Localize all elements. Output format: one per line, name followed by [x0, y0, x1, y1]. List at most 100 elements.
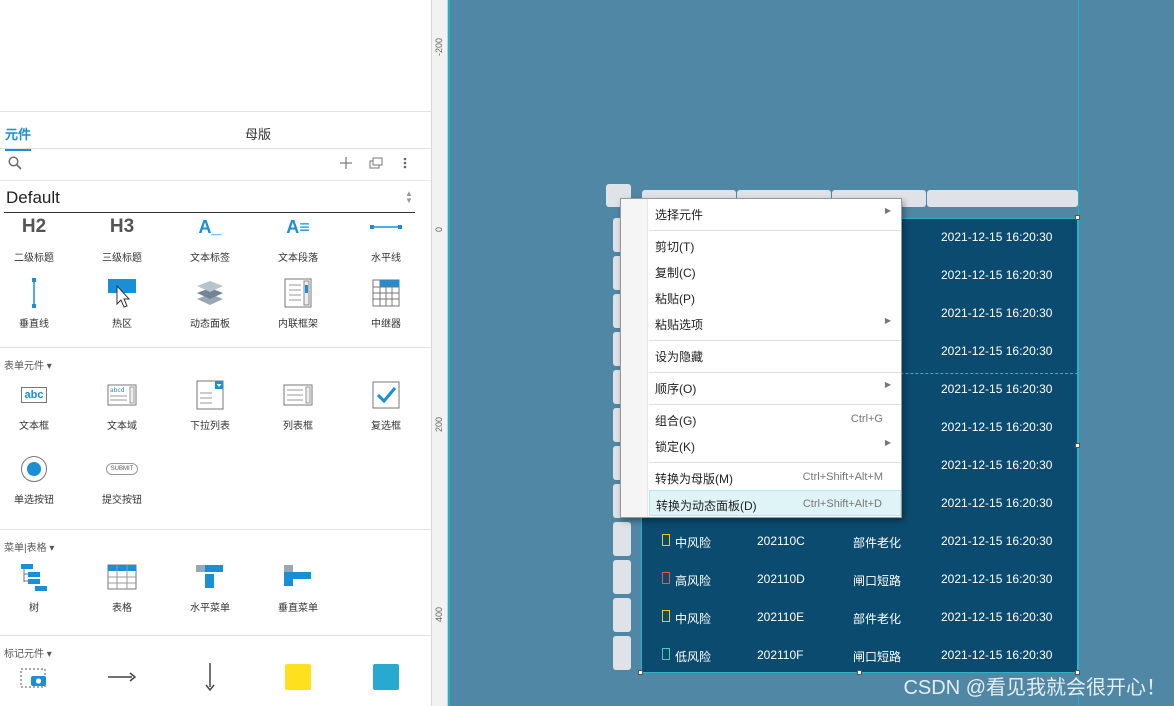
menu-separator [649, 404, 901, 405]
snapshot-icon [0, 657, 74, 697]
resize-handle[interactable] [1075, 215, 1080, 220]
section-title: 菜单|表格 ▾ [4, 543, 55, 554]
menu-item-cut[interactable]: 剪切(T) [649, 232, 901, 258]
menu-item-shortcut: Ctrl+Shift+Alt+M [802, 471, 883, 483]
more-options-icon[interactable] [403, 156, 407, 172]
menu-item-paste[interactable]: 粘贴(P) [649, 284, 901, 310]
tab-masters[interactable]: 母版 [245, 124, 271, 143]
menu-item-copy[interactable]: 复制(C) [649, 258, 901, 284]
cell-time: 2021-12-15 16:20:30 [941, 572, 1053, 586]
ruler-tick: 400 [434, 606, 444, 622]
add-library-icon[interactable] [340, 156, 352, 172]
library-copy-icon[interactable] [369, 156, 383, 172]
menu-item-select-widgets[interactable]: 选择元件 ▶ [649, 200, 901, 226]
context-menu: 选择元件 ▶ 剪切(T) 复制(C) 粘贴(P) 粘贴选项 ▶ 设为隐藏 顺序(… [620, 198, 902, 518]
textbox-icon: abc [0, 375, 74, 415]
widget-label: 文本标签 [190, 253, 230, 264]
widget-label: 表格 [112, 603, 132, 614]
menu-item-shortcut: Ctrl+Shift+Alt+D [802, 498, 882, 510]
tab-widgets[interactable]: 元件 [5, 124, 32, 151]
menu-separator [649, 230, 901, 231]
cell-time: 2021-12-15 16:20:30 [941, 496, 1053, 510]
widget-label: 下拉列表 [190, 421, 230, 432]
cell-time: 2021-12-15 16:20:30 [941, 610, 1053, 624]
section-form-widgets[interactable]: 表单元件 ▾ [0, 347, 431, 375]
widget-sticky-yellow[interactable] [258, 657, 338, 697]
menu-item-group[interactable]: 组合(G) Ctrl+G [649, 406, 901, 432]
widget-label: 提交按钮 [102, 495, 142, 506]
widget-row-1: H2 二级标题 H3 三级标题 A_ 文本标签 A≡ 文本段落 水平线 [0, 207, 431, 273]
menu-item-order[interactable]: 顺序(O) ▶ [649, 374, 901, 400]
cell-code: 202110C [757, 534, 805, 548]
cell-time: 2021-12-15 16:20:30 [941, 458, 1053, 472]
cell-code: 202110E [757, 610, 805, 624]
widget-vertical-menu[interactable]: 垂直菜单 [258, 557, 338, 614]
menu-item-lock[interactable]: 锁定(K) ▶ [649, 432, 901, 458]
sticky-note-icon [258, 657, 338, 697]
widget-arrow-right[interactable] [82, 657, 162, 697]
horizontal-line-icon [346, 207, 426, 247]
cell-time: 2021-12-15 16:20:30 [941, 420, 1053, 434]
widget-vertical-line[interactable]: 垂直线 [0, 273, 74, 330]
widget-textarea[interactable]: abcd 文本域 [82, 375, 162, 432]
menu-item-set-hidden[interactable]: 设为隐藏 [649, 342, 901, 368]
canvas-guide-line [448, 0, 450, 706]
menu-item-convert-to-dynamic-panel[interactable]: 转换为动态面板(D) Ctrl+Shift+Alt+D [649, 490, 901, 516]
ruler-tick: 200 [434, 416, 444, 432]
cell-code: 202110D [757, 572, 805, 586]
widget-h3[interactable]: H3 三级标题 [82, 207, 162, 264]
table-icon [82, 557, 162, 597]
widget-inline-frame[interactable]: 内联框架 [258, 273, 338, 330]
widget-droplist[interactable]: 下拉列表 [170, 375, 250, 432]
header-cell[interactable] [927, 190, 1078, 207]
widget-arrow-down[interactable] [170, 657, 250, 697]
submenu-arrow-icon: ▶ [884, 380, 891, 389]
menu-item-paste-options[interactable]: 粘贴选项 ▶ [649, 310, 901, 336]
widget-label: 水平线 [371, 253, 401, 264]
row-index-pill[interactable] [613, 598, 631, 632]
submit-button-icon: SUBMIT [82, 449, 162, 489]
cell-time: 2021-12-15 16:20:30 [941, 382, 1053, 396]
cell-risk: 高风险 [675, 574, 712, 588]
widget-radio-button[interactable]: 单选按钮 [0, 449, 74, 506]
checkbox-icon [346, 375, 426, 415]
widget-sticky-blue[interactable] [346, 657, 426, 697]
widget-listbox[interactable]: 列表框 [258, 375, 338, 432]
resize-handle[interactable] [1075, 443, 1080, 448]
widget-row-5: 树 表格 水平菜单 垂直菜单 [0, 557, 431, 635]
tree-icon [0, 557, 74, 597]
table-row[interactable]: 高风险 202110D 闸口短路 2021-12-15 16:20:30 [642, 561, 1079, 599]
widget-tree[interactable]: 树 [0, 557, 74, 614]
widget-submit-button[interactable]: SUBMIT 提交按钮 [82, 449, 162, 506]
resize-handle[interactable] [638, 670, 643, 675]
vertical-ruler[interactable]: -200 0 200 400 [432, 0, 448, 706]
search-icon[interactable] [8, 156, 22, 173]
widget-h2[interactable]: H2 二级标题 [0, 207, 74, 264]
widget-table[interactable]: 表格 [82, 557, 162, 614]
widget-hotspot[interactable]: 热区 [82, 273, 162, 330]
menu-separator [649, 340, 901, 341]
table-row[interactable]: 中风险 202110E 部件老化 2021-12-15 16:20:30 [642, 599, 1079, 637]
row-index-pill[interactable] [613, 636, 631, 670]
widget-checkbox[interactable]: 复选框 [346, 375, 426, 432]
table-row[interactable]: 中风险 202110C 部件老化 2021-12-15 16:20:30 [642, 523, 1079, 561]
widget-textbox[interactable]: abc 文本框 [0, 375, 74, 432]
horizontal-menu-icon [170, 557, 250, 597]
cell-issue: 闸口短路 [853, 574, 902, 588]
widget-snapshot[interactable] [0, 657, 74, 697]
library-name: Default [6, 188, 60, 207]
widget-horizontal-menu[interactable]: 水平菜单 [170, 557, 250, 614]
widget-horizontal-line[interactable]: 水平线 [346, 207, 426, 264]
row-index-pill[interactable] [613, 522, 631, 556]
menu-item-convert-to-master[interactable]: 转换为母版(M) Ctrl+Shift+Alt+M [649, 464, 901, 490]
widget-text-label[interactable]: A_ 文本标签 [170, 207, 250, 265]
row-index-pill[interactable] [613, 560, 631, 594]
widget-dynamic-panel[interactable]: 动态面板 [170, 273, 250, 330]
resize-handle[interactable] [857, 670, 862, 675]
widget-repeater[interactable]: 中继器 [346, 273, 426, 330]
droplist-icon [170, 375, 250, 415]
widget-paragraph[interactable]: A≡ 文本段落 [258, 207, 338, 265]
submenu-arrow-icon: ▶ [884, 206, 891, 215]
section-menus-tables[interactable]: 菜单|表格 ▾ [0, 529, 431, 557]
cell-risk: 低风险 [675, 650, 712, 664]
